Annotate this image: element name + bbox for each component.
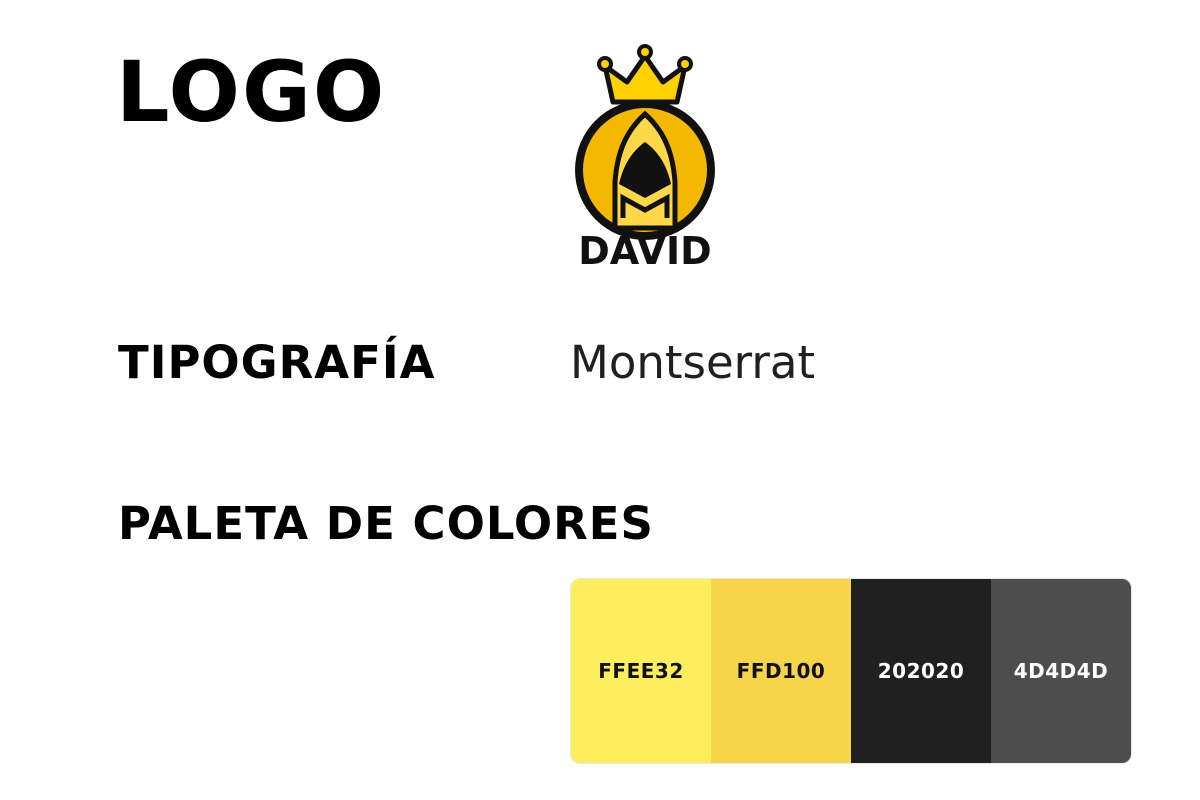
color-palette: FFEE32 FFD100 202020 4D4D4D bbox=[570, 578, 1132, 764]
font-name: Montserrat bbox=[570, 336, 816, 389]
logo-heading: LOGO bbox=[116, 43, 387, 141]
color-swatch: 4D4D4D bbox=[991, 579, 1131, 763]
hood-emblem-icon bbox=[575, 100, 715, 240]
color-swatch: FFEE32 bbox=[571, 579, 711, 763]
crowned-hood-logo: DAVID bbox=[575, 44, 715, 272]
color-code: 202020 bbox=[877, 659, 965, 683]
color-code: 4D4D4D bbox=[1013, 659, 1109, 683]
color-code: FFEE32 bbox=[598, 659, 684, 683]
color-code: FFD100 bbox=[736, 659, 826, 683]
crown-icon bbox=[597, 44, 693, 105]
color-swatch: FFD100 bbox=[711, 579, 851, 763]
palette-heading: PALETA DE COLORES bbox=[118, 497, 654, 550]
typography-heading: TIPOGRAFÍA bbox=[118, 336, 436, 389]
color-swatch: 202020 bbox=[851, 579, 991, 763]
logo-brand-text: DAVID bbox=[578, 229, 711, 272]
